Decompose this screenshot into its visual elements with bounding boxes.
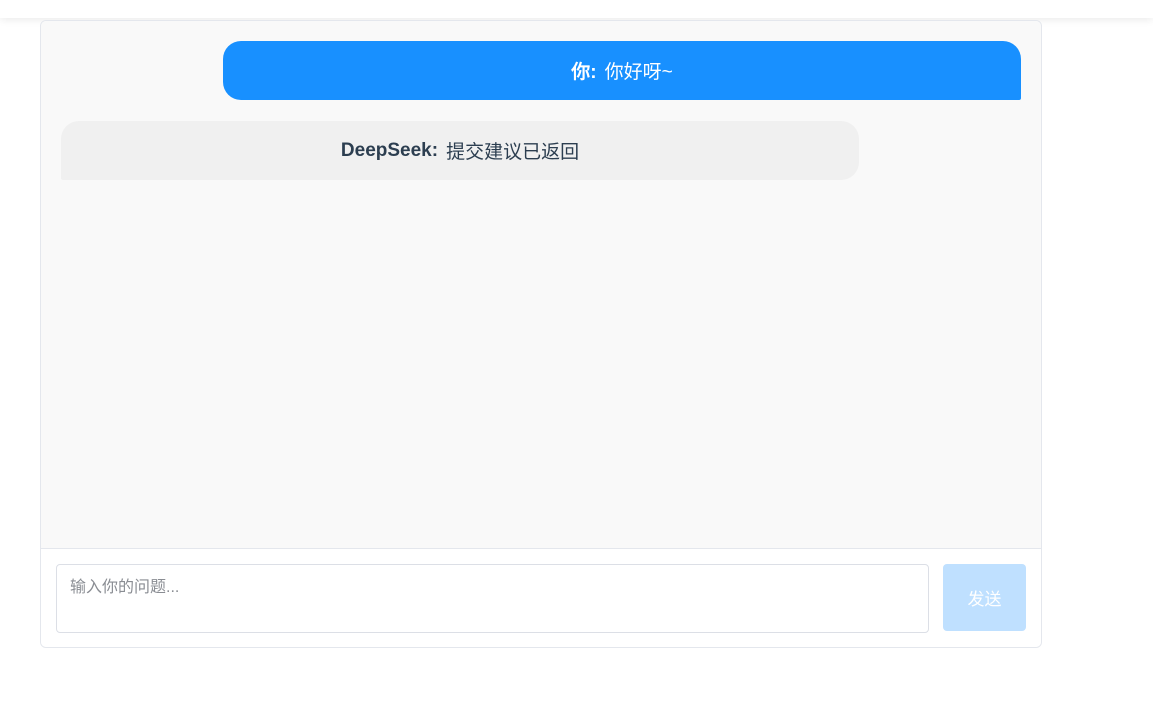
- user-message: 你: 你好呀~: [223, 41, 1021, 100]
- question-input[interactable]: [56, 564, 929, 633]
- message-text: 提交建议已返回: [446, 142, 580, 163]
- message-list: 你: 你好呀~ DeepSeek: 提交建议已返回: [41, 21, 1041, 548]
- message-speaker: 你:: [571, 62, 597, 83]
- chat-container: 你: 你好呀~ DeepSeek: 提交建议已返回 发送: [40, 20, 1042, 648]
- input-area: 发送: [41, 548, 1041, 647]
- top-bar: [0, 0, 1153, 18]
- assistant-message: DeepSeek: 提交建议已返回: [61, 121, 859, 180]
- message-text: 你好呀~: [604, 62, 673, 83]
- message-speaker: DeepSeek:: [340, 139, 439, 161]
- send-button[interactable]: 发送: [943, 564, 1026, 631]
